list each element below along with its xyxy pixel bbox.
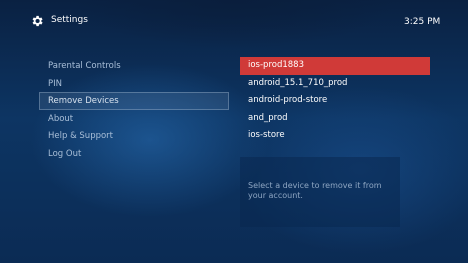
menu-item-parental-controls[interactable]: Parental Controls [39,57,229,75]
clock: 3:25 PM [404,17,441,27]
menu-item-log-out[interactable]: Log Out [39,145,229,163]
device-item[interactable]: android_15.1_710_prod [240,75,430,93]
device-item[interactable]: android-prod-store [240,92,430,110]
gear-icon [32,15,43,27]
menu-item-pin[interactable]: PIN [39,75,229,93]
help-panel: Select a device to remove it from your a… [240,157,400,227]
device-item[interactable]: ios-prod1883 [240,57,430,75]
menu-item-remove-devices[interactable]: Remove Devices [39,92,229,110]
device-list: ios-prod1883 android_15.1_710_prod andro… [240,57,430,145]
device-item[interactable]: and_prod [240,110,430,128]
menu-item-help-support[interactable]: Help & Support [39,127,229,145]
help-text: Select a device to remove it from your a… [248,181,382,200]
page-title: Settings [51,15,88,25]
menu-item-about[interactable]: About [39,110,229,128]
device-item[interactable]: ios-store [240,127,430,145]
header: Settings 3:25 PM [0,0,468,40]
settings-menu: Parental Controls PIN Remove Devices Abo… [39,57,229,163]
